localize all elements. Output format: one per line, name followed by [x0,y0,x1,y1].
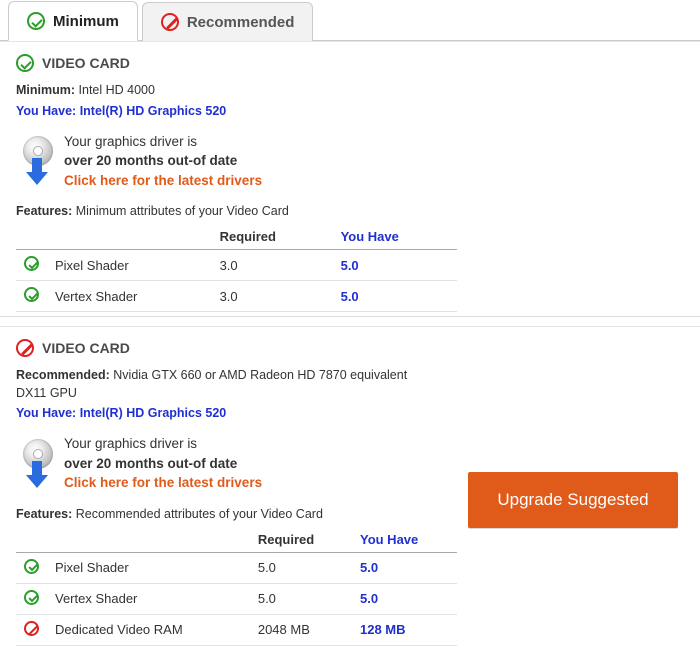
col-required: Required [212,224,333,250]
download-icon [22,439,54,489]
section-rec-header: VIDEO CARD [16,339,684,357]
tab-recommended[interactable]: Recommended [142,2,314,41]
check-icon [24,287,39,302]
feature-name: Pixel Shader [47,552,250,583]
section-minimum: VIDEO CARD Minimum: Intel HD 4000 You Ha… [0,41,700,316]
min-spec-label: Minimum: [16,83,75,97]
driver-update-link[interactable]: Click here for the latest drivers [64,473,262,493]
feature-name: Vertex Shader [47,583,250,614]
min-spec-line: Minimum: Intel HD 4000 [16,82,684,100]
features-prefix: Features: [16,507,72,521]
col-you-have: You Have [352,527,457,553]
rec-features-table: Required You Have Pixel Shader5.05.0Vert… [16,527,457,646]
min-you-have-line: You Have: Intel(R) HD Graphics 520 [16,104,684,118]
feature-name: Vertex Shader [47,281,212,312]
driver-text: Your graphics driver is over 20 months o… [64,132,262,191]
feature-name: Dedicated Video RAM [47,614,250,645]
col-required: Required [250,527,352,553]
you-have-prefix: You Have: [16,104,76,118]
table-row: Dedicated Video RAM2048 MB128 MB [16,614,457,645]
driver-line1: Your graphics driver is [64,434,262,454]
min-driver-notice: Your graphics driver is over 20 months o… [22,132,684,191]
fail-icon [24,621,39,636]
feature-required: 5.0 [250,583,352,614]
check-icon [24,256,39,271]
check-icon [16,54,34,72]
features-prefix: Features: [16,204,72,218]
tab-recommended-label: Recommended [187,14,295,31]
feature-required: 5.0 [250,552,352,583]
tab-minimum[interactable]: Minimum [8,1,138,41]
feature-you-have: 5.0 [352,552,457,583]
feature-you-have: 5.0 [333,281,457,312]
you-have-prefix: You Have: [16,406,76,420]
min-features-label: Features: Minimum attributes of your Vid… [16,204,684,218]
check-icon [24,590,39,605]
you-have-gpu: Intel(R) HD Graphics 520 [80,406,227,420]
min-spec-value: Intel HD 4000 [79,83,155,97]
table-row: Vertex Shader3.05.0 [16,281,457,312]
feature-name: Pixel Shader [47,250,212,281]
driver-text: Your graphics driver is over 20 months o… [64,434,262,493]
rec-spec-line: Recommended: Nvidia GTX 660 or AMD Radeo… [16,367,436,402]
table-row: Pixel Shader5.05.0 [16,552,457,583]
check-icon [27,12,45,30]
section-min-header: VIDEO CARD [16,54,684,72]
you-have-gpu: Intel(R) HD Graphics 520 [80,104,227,118]
fail-icon [161,13,179,31]
driver-line2: over 20 months out-of date [64,151,262,171]
section-min-title: VIDEO CARD [42,55,130,71]
upgrade-label: Upgrade Suggested [497,490,648,510]
feature-required: 2048 MB [250,614,352,645]
feature-you-have: 5.0 [333,250,457,281]
fail-icon [16,339,34,357]
driver-update-link[interactable]: Click here for the latest drivers [64,171,262,191]
features-caption: Recommended attributes of your Video Car… [76,507,323,521]
tabs-bar: Minimum Recommended [0,0,700,41]
feature-required: 3.0 [212,250,333,281]
table-row: Vertex Shader5.05.0 [16,583,457,614]
driver-line2: over 20 months out-of date [64,454,262,474]
tab-minimum-label: Minimum [53,13,119,30]
col-you-have: You Have [333,224,457,250]
feature-you-have: 128 MB [352,614,457,645]
download-icon [22,136,54,186]
min-features-table: Required You Have Pixel Shader3.05.0Vert… [16,224,457,312]
table-row: Pixel Shader3.05.0 [16,250,457,281]
rec-you-have-line: You Have: Intel(R) HD Graphics 520 [16,406,684,420]
features-caption: Minimum attributes of your Video Card [76,204,289,218]
check-icon [24,559,39,574]
upgrade-suggested-button[interactable]: Upgrade Suggested [468,472,678,528]
rec-spec-label: Recommended: [16,368,110,382]
driver-line1: Your graphics driver is [64,132,262,152]
feature-you-have: 5.0 [352,583,457,614]
section-divider [0,316,700,326]
feature-required: 3.0 [212,281,333,312]
section-recommended: VIDEO CARD Recommended: Nvidia GTX 660 o… [0,326,700,650]
section-rec-title: VIDEO CARD [42,340,130,356]
